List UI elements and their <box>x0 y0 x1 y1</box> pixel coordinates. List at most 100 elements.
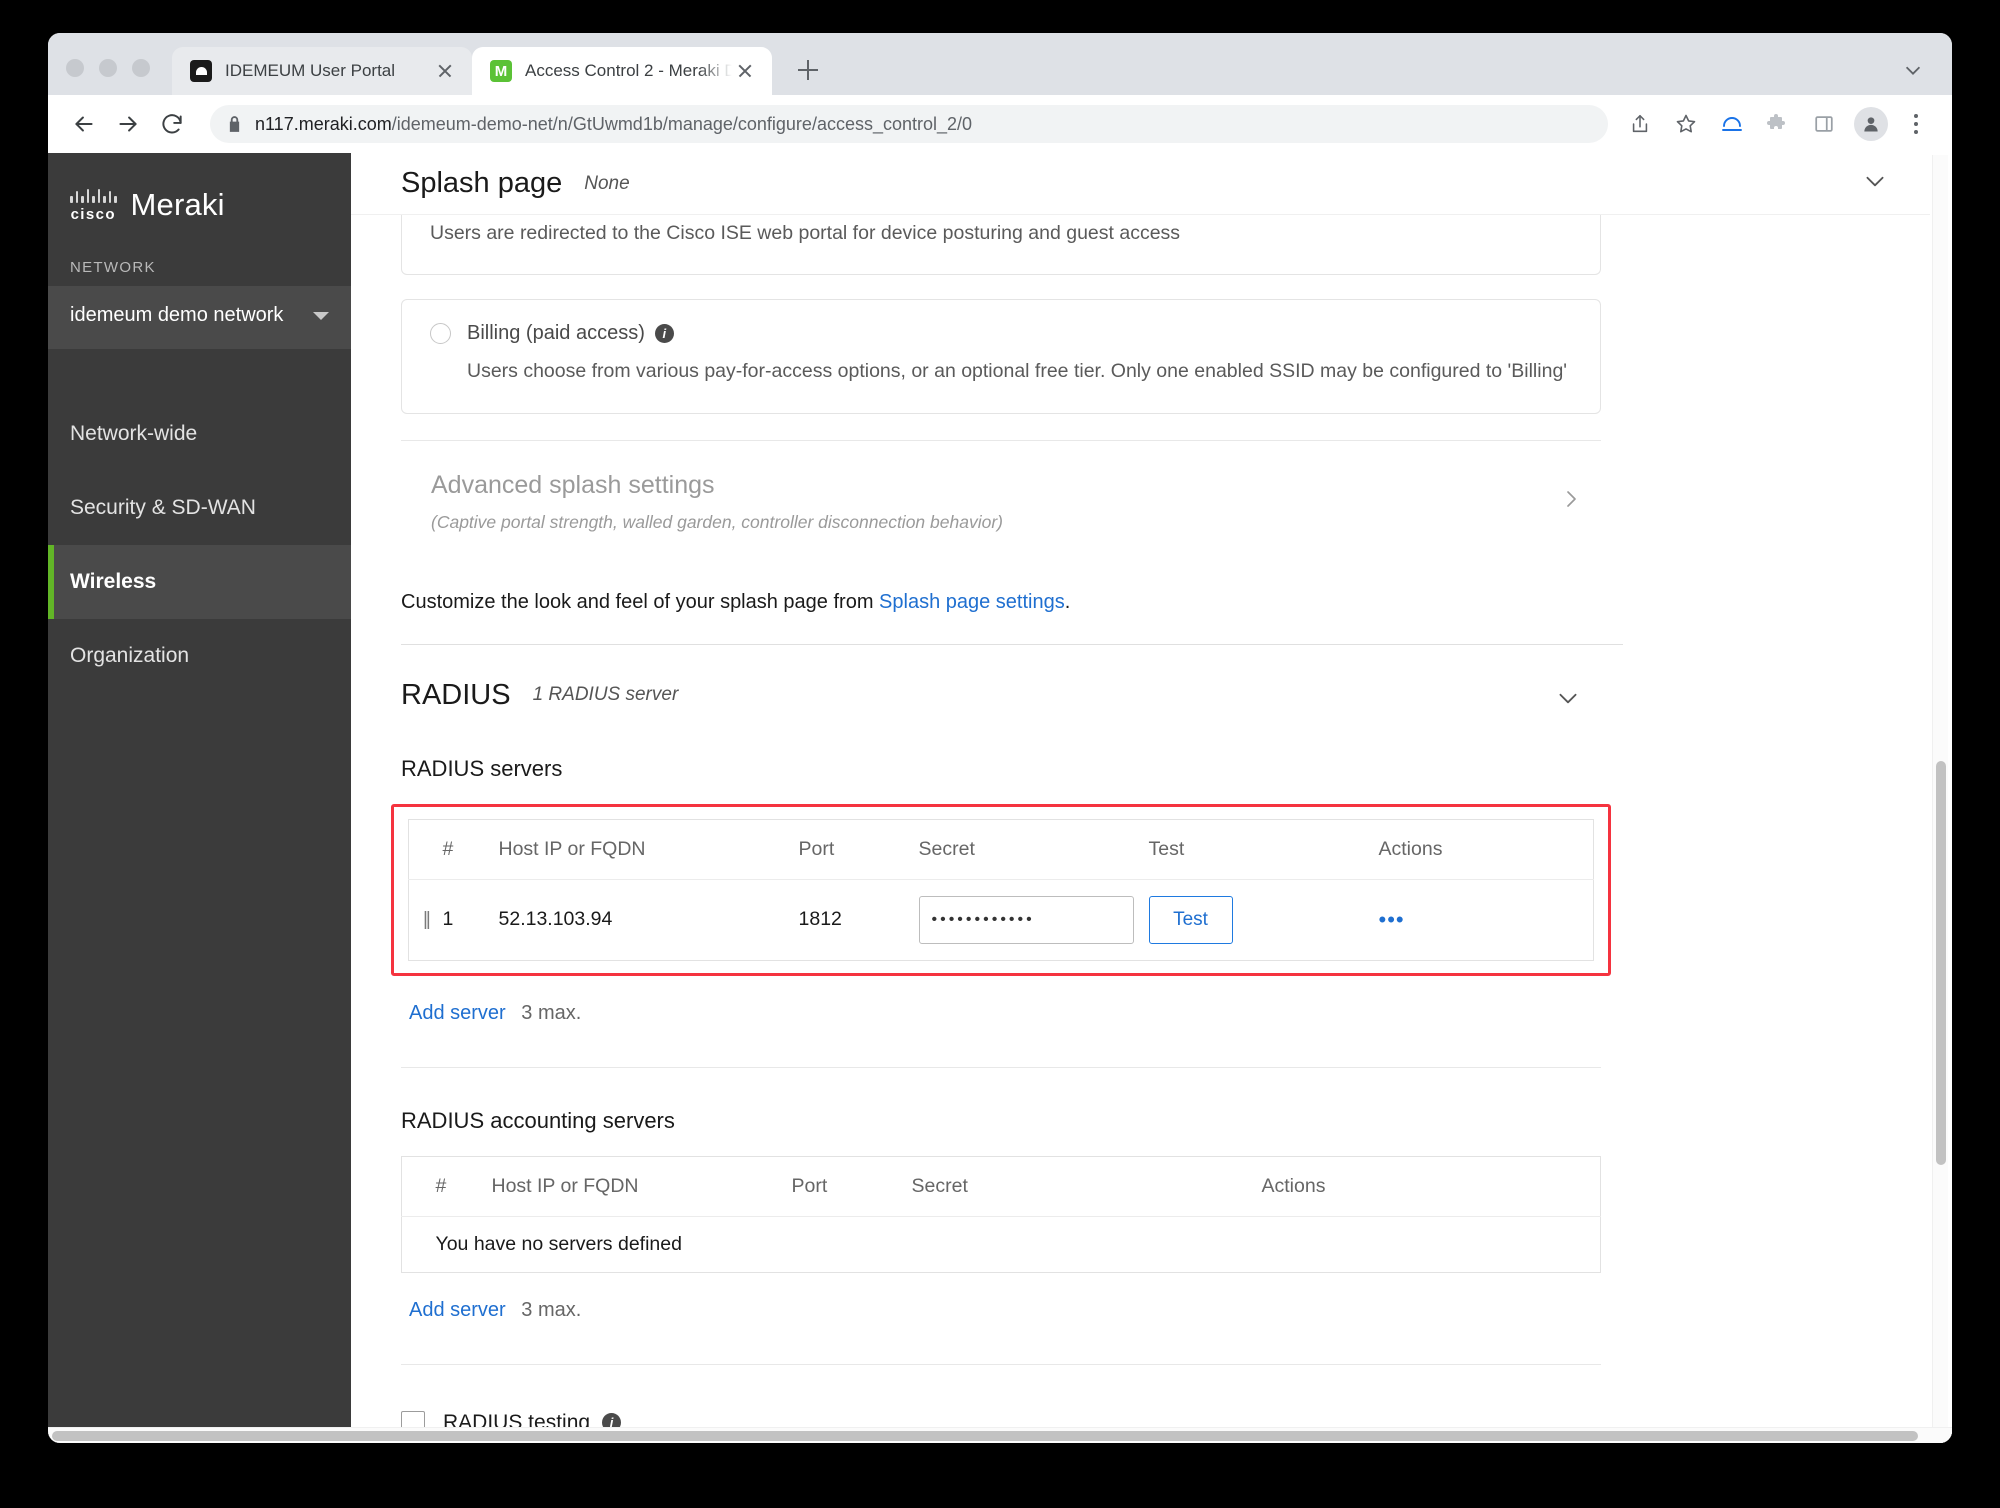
billing-description: Users choose from various pay-for-access… <box>467 360 1568 383</box>
close-icon[interactable] <box>432 58 458 84</box>
column-header-actions: Actions <box>1261 1156 1601 1217</box>
sidebar-item-network-wide[interactable]: Network-wide <box>48 397 351 471</box>
cisco-ise-description: Users are redirected to the Cisco ISE we… <box>430 222 1181 244</box>
bookmark-star-icon[interactable] <box>1666 104 1706 144</box>
add-server-row-primary: Add server 3 max. <box>401 976 1601 1025</box>
radius-section-header[interactable]: RADIUS 1 RADIUS server <box>401 645 1601 722</box>
column-header-secret: Secret <box>918 819 1149 880</box>
radius-testing-row[interactable]: RADIUS testing i <box>401 1365 1601 1435</box>
save-to-collection-icon[interactable] <box>1712 104 1752 144</box>
network-section-label: NETWORK <box>70 259 156 276</box>
idemeum-icon <box>190 60 212 82</box>
radius-servers-table: # Host IP or FQDN Port Secret Test Actio… <box>408 818 1594 961</box>
chevron-right-icon[interactable] <box>1559 487 1583 516</box>
tab-title: Access Control 2 - Meraki Dash <box>525 61 732 80</box>
radius-subtitle: 1 RADIUS server <box>532 684 679 705</box>
advanced-splash-settings-row[interactable]: Advanced splash settings (Captive portal… <box>401 441 1601 563</box>
row-actions-menu-icon[interactable]: ••• <box>1379 907 1405 932</box>
table-empty-row: You have no servers defined <box>402 1216 1601 1272</box>
sidebar-item-organization[interactable]: Organization <box>48 619 351 693</box>
splash-page-settings-link[interactable]: Splash page settings <box>879 591 1065 613</box>
customize-splash-line: Customize the look and feel of your spla… <box>401 563 1601 644</box>
customize-text: Customize the look and feel of your spla… <box>401 590 880 613</box>
advanced-splash-settings-subtitle: (Captive portal strength, walled garden,… <box>431 511 1003 532</box>
row-secret-cell: •••••••••••• <box>918 879 1149 960</box>
tab-title: IDEMEUM User Portal <box>225 61 396 80</box>
row-actions-cell: ••• <box>1379 879 1594 960</box>
back-button[interactable] <box>62 102 106 146</box>
radius-title: RADIUS <box>401 678 511 711</box>
info-icon[interactable]: i <box>654 324 674 344</box>
column-header-secret: Secret <box>911 1156 1262 1217</box>
row-test-cell: Test <box>1148 879 1379 960</box>
browser-toolbar: n117.meraki.com/idemeum-demo-net/n/GtUwm… <box>48 95 1952 153</box>
row-host[interactable]: 52.13.103.94 <box>499 879 799 960</box>
chevron-down-icon <box>313 311 329 320</box>
test-button[interactable]: Test <box>1148 895 1233 944</box>
extensions-puzzle-icon[interactable] <box>1758 104 1798 144</box>
splash-page-value: None <box>584 172 630 194</box>
row-drag-handle[interactable]: || <box>409 879 443 960</box>
page-viewport: cisco Meraki NETWORK idemeum demo networ… <box>48 153 1952 1443</box>
add-server-link[interactable]: Add server <box>409 1299 506 1321</box>
column-header-port: Port <box>798 819 919 880</box>
address-bar[interactable]: n117.meraki.com/idemeum-demo-net/n/GtUwm… <box>210 105 1608 143</box>
minimize-window-button[interactable] <box>99 59 117 77</box>
share-icon[interactable] <box>1620 104 1660 144</box>
row-index: 1 <box>442 908 454 930</box>
table-header-row: # Host IP or FQDN Port Secret Actions <box>401 1156 1601 1217</box>
horizontal-scrollbar[interactable] <box>48 1427 1952 1443</box>
browser-tab-meraki[interactable]: M Access Control 2 - Meraki Dash <box>472 47 772 95</box>
close-window-button[interactable] <box>66 59 84 77</box>
column-header-spacer <box>401 1156 436 1217</box>
column-header-index: # <box>442 819 499 880</box>
splash-page-header[interactable]: Splash page None <box>351 153 1930 215</box>
browser-tab-idemeum[interactable]: IDEMEUM User Portal <box>172 47 472 95</box>
window-traffic-lights <box>66 59 150 95</box>
reload-button[interactable] <box>150 102 194 146</box>
url-path: /idemeum-demo-net/n/GtUwmd1b/manage/conf… <box>391 113 973 134</box>
chevron-down-icon[interactable] <box>1862 168 1888 199</box>
meraki-logo[interactable]: cisco Meraki <box>48 153 351 223</box>
vertical-scrollbar[interactable] <box>1932 155 1948 1443</box>
maximize-window-button[interactable] <box>132 59 150 77</box>
forward-button[interactable] <box>106 102 150 146</box>
meraki-wordmark: Meraki <box>130 187 225 222</box>
close-icon[interactable] <box>732 58 758 84</box>
side-panel-icon[interactable] <box>1804 104 1844 144</box>
page-title: Splash page <box>401 167 563 199</box>
chrome-menu-kebab-icon[interactable] <box>1898 104 1934 144</box>
scroll-area: Users are redirected to the Cisco ISE we… <box>351 153 1952 1443</box>
column-header-host: Host IP or FQDN <box>491 1156 792 1217</box>
splash-option-billing[interactable]: Billing (paid access) i Users choose fro… <box>401 299 1601 414</box>
secret-input[interactable]: •••••••••••• <box>918 895 1134 944</box>
radius-servers-highlight: # Host IP or FQDN Port Secret Test Actio… <box>391 803 1611 976</box>
add-server-max-label: 3 max. <box>521 1298 582 1321</box>
vertical-scrollbar-thumb[interactable] <box>1936 761 1946 1165</box>
add-server-link[interactable]: Add server <box>409 1002 506 1024</box>
table-row: || 1 52.13.103.94 1812 •••••••••••• Test <box>409 879 1594 960</box>
billing-label: Billing (paid access) i <box>467 322 674 345</box>
new-tab-button[interactable] <box>786 48 830 92</box>
divider <box>401 1066 1601 1068</box>
lock-icon <box>228 116 241 132</box>
horizontal-scrollbar-thumb[interactable] <box>52 1431 1918 1441</box>
radius-accounting-heading: RADIUS accounting servers <box>401 1107 675 1133</box>
sidebar-item-security-sdwan[interactable]: Security & SD-WAN <box>48 471 351 545</box>
sidebar-item-wireless[interactable]: Wireless <box>48 545 351 619</box>
table-header-row: # Host IP or FQDN Port Secret Test Actio… <box>408 819 1594 880</box>
empty-state-message: You have no servers defined <box>435 1232 682 1255</box>
billing-radio[interactable] <box>430 323 451 345</box>
chevron-down-icon[interactable] <box>1555 685 1581 716</box>
url-host: n117.meraki.com <box>255 113 392 134</box>
sidebar-item-label: Wireless <box>70 570 157 593</box>
profile-avatar-icon[interactable] <box>1854 107 1888 141</box>
meraki-icon: M <box>490 60 512 82</box>
network-selector[interactable]: idemeum demo network <box>48 286 351 349</box>
tab-list-chevron-down-icon[interactable] <box>1902 59 1924 81</box>
sidebar-item-label: Organization <box>70 644 190 667</box>
cisco-logo-icon: cisco <box>70 188 117 223</box>
splash-option-cisco-ise[interactable]: Users are redirected to the Cisco ISE we… <box>401 209 1601 276</box>
row-port[interactable]: 1812 <box>799 879 919 960</box>
column-header-index: # <box>435 1156 492 1217</box>
